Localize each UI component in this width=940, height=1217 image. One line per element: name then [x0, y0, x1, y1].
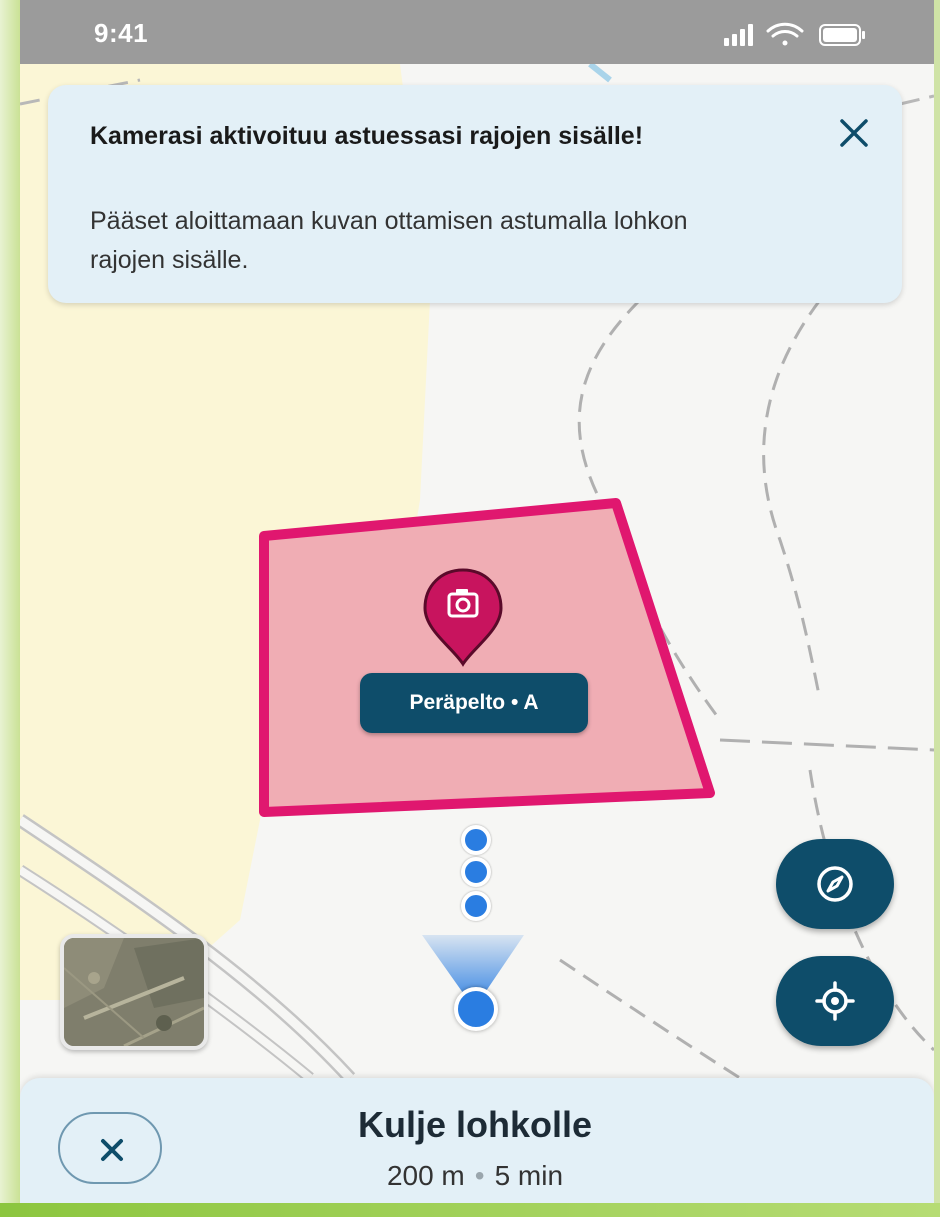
cellular-signal-icon — [724, 24, 753, 46]
slide-background-bottom — [0, 1203, 940, 1217]
banner-title: Kamerasi aktivoituu astuessasi rajojen s… — [90, 122, 644, 150]
compass-button[interactable] — [776, 839, 894, 929]
locate-me-button[interactable] — [776, 956, 894, 1046]
info-banner: Kamerasi aktivoituu astuessasi rajojen s… — [48, 85, 902, 303]
satellite-thumbnail-image — [64, 938, 204, 1046]
close-icon — [840, 119, 868, 147]
phone-screen: Peräpelto • A Kamerasi aktivoituu astues… — [20, 0, 934, 1203]
battery-icon — [819, 24, 865, 46]
route-dot — [461, 891, 491, 921]
banner-close-button[interactable] — [834, 113, 874, 153]
status-time: 9:41 — [94, 18, 149, 48]
map-layer-toggle[interactable] — [60, 934, 208, 1050]
route-duration: 5 min — [494, 1160, 564, 1191]
field-label-text: Peräpelto • A — [409, 691, 539, 714]
sheet-title: Kulje lohkolle — [357, 1104, 593, 1145]
camera-pin[interactable] — [423, 568, 503, 668]
route-dot — [461, 825, 491, 855]
field-label[interactable]: Peräpelto • A — [360, 673, 588, 733]
route-distance: 200 m — [386, 1160, 465, 1191]
route-summary: 200 m • 5 min — [20, 1160, 930, 1192]
wifi-icon — [766, 22, 804, 46]
current-location-marker — [454, 987, 498, 1031]
status-bar: 9:41 — [20, 0, 934, 64]
locate-icon — [815, 981, 855, 1021]
navigation-sheet: Kulje lohkolle 200 m • 5 min — [20, 1078, 934, 1203]
banner-body: Pääset aloittamaan kuvan ottamisen astum… — [90, 207, 688, 274]
slide-background-left — [0, 0, 22, 1217]
compass-icon — [817, 866, 853, 902]
route-dot — [461, 857, 491, 887]
route-separator: • — [474, 1160, 485, 1191]
